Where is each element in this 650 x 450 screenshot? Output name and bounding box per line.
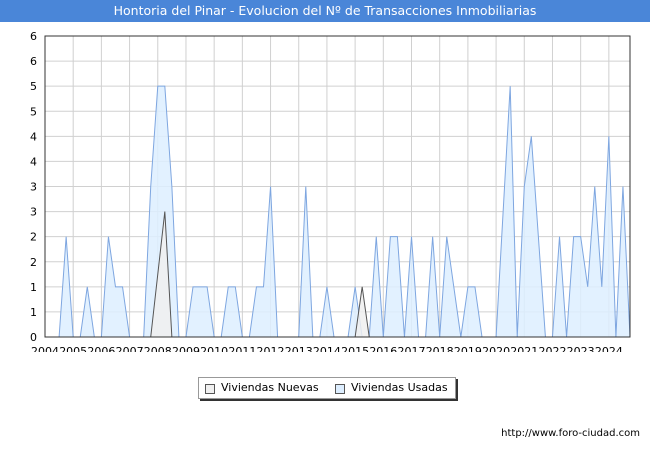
x-tick-label: 2020 [482, 345, 510, 352]
x-tick-label: 2010 [200, 345, 228, 352]
legend-label-usadas: Viviendas Usadas [351, 381, 448, 394]
legend-label-nuevas: Viviendas Nuevas [221, 381, 319, 394]
y-tick-label: 6 [30, 30, 37, 43]
x-tick-label: 2017 [398, 345, 426, 352]
x-tick-label: 2023 [567, 345, 595, 352]
x-tick-label: 2008 [144, 345, 172, 352]
x-tick-label: 2015 [341, 345, 369, 352]
x-tick-label: 2004 [31, 345, 59, 352]
x-tick-label: 2013 [285, 345, 313, 352]
y-tick-label: 0 [30, 331, 37, 344]
y-tick-label: 5 [30, 105, 37, 118]
y-tick-label: 1 [30, 306, 37, 319]
y-tick-label: 4 [30, 130, 37, 143]
x-tick-label: 2006 [87, 345, 115, 352]
legend-swatch-usadas [335, 384, 345, 394]
y-tick-label: 5 [30, 80, 37, 93]
y-tick-label: 3 [30, 181, 37, 194]
x-tick-label: 2005 [59, 345, 87, 352]
x-tick-label: 2007 [116, 345, 144, 352]
x-tick-label: 2024 [595, 345, 623, 352]
source-url: http://www.foro-ciudad.com [501, 428, 640, 439]
x-tick-label: 2018 [426, 345, 454, 352]
y-tick-label: 1 [30, 281, 37, 294]
x-tick-label: 2019 [454, 345, 482, 352]
x-tick-label: 2014 [313, 345, 341, 352]
y-tick-label: 6 [30, 55, 37, 68]
x-tick-label: 2012 [257, 345, 285, 352]
y-tick-label: 2 [30, 256, 37, 269]
y-tick-label: 3 [30, 206, 37, 219]
y-tick-label: 4 [30, 155, 37, 168]
x-tick-label: 2011 [228, 345, 256, 352]
x-tick-label: 2016 [369, 345, 397, 352]
x-tick-label: 2022 [538, 345, 566, 352]
x-tick-label: 2021 [510, 345, 538, 352]
x-tick-label: 2009 [172, 345, 200, 352]
chart-area: 01122334455662004 2005 2006 2007 2008 2009 201… [30, 30, 631, 352]
y-tick-label: 2 [30, 231, 37, 244]
legend-swatch-nuevas [205, 384, 215, 394]
chart-title: Hontoria del Pinar - Evolucion del Nº de… [113, 3, 537, 18]
legend: Viviendas Nuevas Viviendas Usadas [198, 377, 456, 399]
